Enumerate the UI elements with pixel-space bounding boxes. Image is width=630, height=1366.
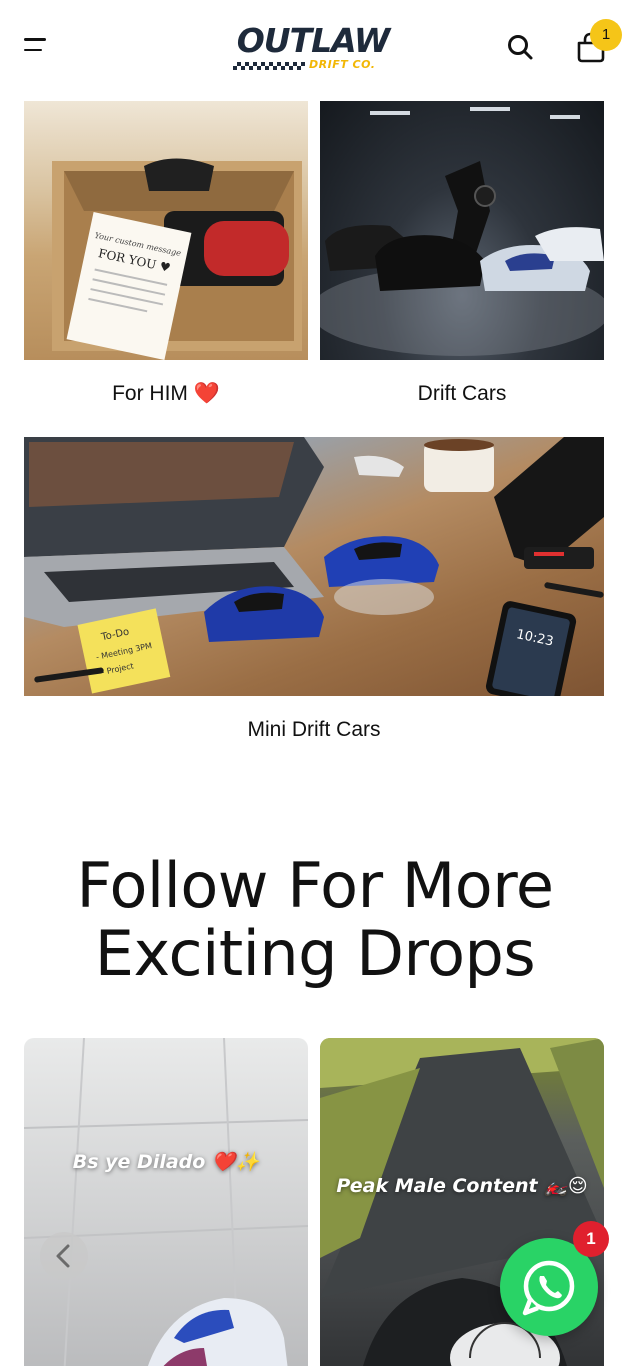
- cart-count-badge: 1: [590, 19, 622, 51]
- site-header: OUTLAW DRIFT CO. 1: [0, 0, 630, 100]
- menu-line: [24, 48, 42, 51]
- collection-caption-for-him[interactable]: For HIM ❤️: [24, 382, 308, 406]
- collection-tile-for-him[interactable]: Your custom message FOR YOU ♥: [24, 101, 308, 360]
- logo-subtitle: DRIFT CO.: [309, 58, 376, 71]
- gift-box-image: Your custom message FOR YOU ♥: [24, 101, 308, 360]
- menu-line: [24, 38, 46, 41]
- reel-card[interactable]: Bs ye Dilado ❤️✨: [24, 1038, 308, 1366]
- mini-drift-cars-image: To-Do - Meeting 3PM - Project 10:23: [24, 437, 604, 696]
- collection-tile-drift-cars[interactable]: [320, 101, 604, 360]
- reel-overlay-text: Bs ye Dilado ❤️✨: [72, 1151, 260, 1173]
- search-icon[interactable]: [506, 33, 534, 61]
- chevron-left-icon: [56, 1244, 70, 1268]
- drift-cars-image: [320, 101, 604, 360]
- logo-checker-flag: [233, 62, 305, 70]
- logo-brand-text: OUTLAW: [236, 21, 391, 60]
- social-title-line-1: Follow For More: [76, 849, 554, 922]
- carousel-prev-button[interactable]: [40, 1232, 88, 1280]
- menu-icon[interactable]: [24, 38, 46, 56]
- collection-caption-drift-cars[interactable]: Drift Cars: [320, 382, 604, 406]
- collection-caption-mini-drift-cars[interactable]: Mini Drift Cars: [24, 718, 604, 742]
- reel-overlay-text: Peak Male Content 🏍️😌: [336, 1175, 588, 1197]
- whatsapp-notification-badge: 1: [573, 1221, 609, 1257]
- social-title-line-2: Exciting Drops: [94, 917, 536, 990]
- social-section-title: Follow For More Exciting Drops: [0, 852, 630, 988]
- collection-tile-mini-drift-cars[interactable]: To-Do - Meeting 3PM - Project 10:23: [24, 437, 604, 696]
- site-logo[interactable]: OUTLAW DRIFT CO.: [229, 22, 397, 74]
